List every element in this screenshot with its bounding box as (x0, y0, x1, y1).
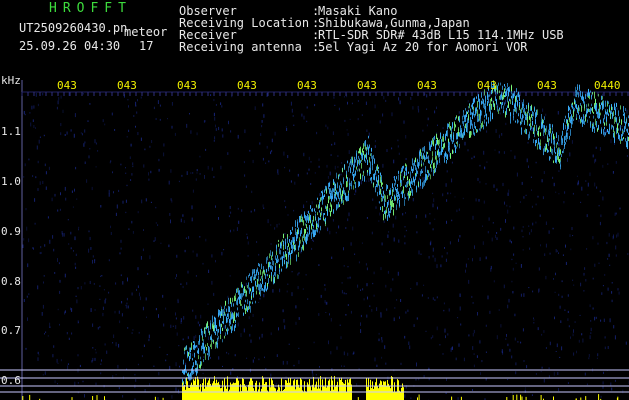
file-name: UT2509260430.pn (19, 21, 128, 35)
x-tick-label: 043 (537, 79, 557, 92)
spectrogram-plot (0, 80, 629, 400)
y-axis-unit-label: kHz (1, 74, 21, 87)
x-tick-label: 043 (117, 79, 137, 92)
x-tick-label: 0440 (594, 79, 621, 92)
x-tick-label: 043 (57, 79, 77, 92)
power-bars (22, 376, 619, 400)
y-tick-label: 0.8 (1, 275, 21, 288)
meteor-count: 17 (139, 39, 154, 53)
spectrogram-window: { "header": { "app_title": "HROFFT", "fi… (0, 0, 629, 400)
meteor-signal-trace (182, 80, 629, 390)
y-tick-label: 0.9 (1, 225, 21, 238)
x-tick-label: 043 (297, 79, 317, 92)
y-tick-label: 0.7 (1, 324, 21, 337)
x-tick-label: 043 (417, 79, 437, 92)
date-time: 25.09.26 04:30 (19, 39, 121, 53)
antenna-value: 5el Yagi Az 20 for Aomori VOR (318, 40, 528, 54)
app-title: HROFFT (49, 1, 132, 16)
x-tick-label: 043 (477, 79, 497, 92)
y-tick-label: 1.0 (1, 175, 21, 188)
meteor-label: meteor (124, 25, 168, 39)
x-tick-label: 043 (177, 79, 197, 92)
x-tick-label: 043 (357, 79, 377, 92)
y-tick-label: 1.1 (1, 125, 21, 138)
x-tick-label: 043 (237, 79, 257, 92)
axis-grid (21, 80, 629, 400)
y-tick-label: 0.6 (1, 374, 21, 387)
antenna-key: Receiving antenna (179, 40, 302, 54)
